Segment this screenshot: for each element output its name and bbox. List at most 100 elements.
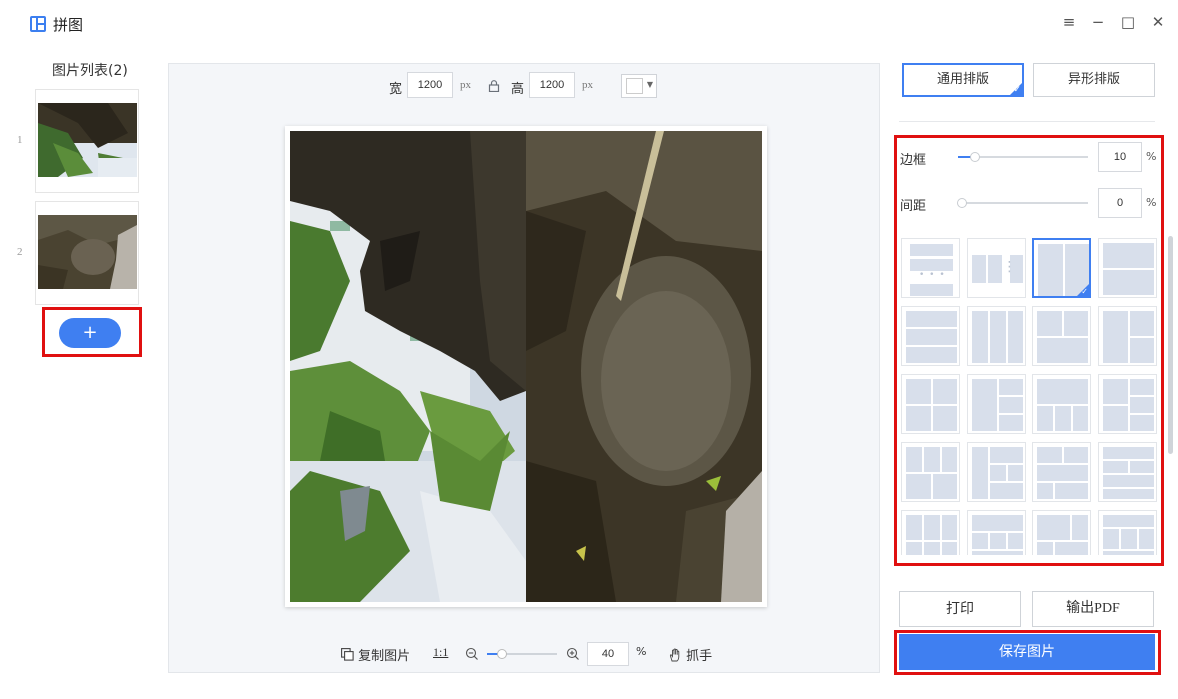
layout-template-option[interactable]: ⋮ — [966, 238, 1026, 298]
layout-cell — [1037, 465, 1088, 481]
layout-template-option[interactable] — [1097, 374, 1157, 434]
zoom-out-icon[interactable] — [465, 647, 479, 661]
layout-cell — [1102, 379, 1128, 404]
layout-cell — [989, 447, 1023, 463]
layout-template-option[interactable] — [901, 374, 960, 434]
layout-template-option[interactable] — [966, 374, 1026, 434]
maximize-icon[interactable]: □ — [1118, 12, 1138, 32]
water-rock-thumbnail-image — [38, 215, 137, 289]
collage-photo-left[interactable] — [290, 131, 526, 602]
background-color-picker[interactable]: ▼ — [621, 74, 657, 98]
layout-cell — [1102, 270, 1154, 295]
thumbnail-item-2[interactable] — [35, 201, 139, 305]
layout-template-option[interactable] — [1032, 306, 1091, 366]
layout-cell — [924, 542, 940, 555]
thumbnail-item-1[interactable] — [35, 89, 139, 193]
layout-cell — [1037, 406, 1053, 431]
layout-cell — [1037, 542, 1053, 555]
layout-template-option[interactable] — [1097, 442, 1157, 502]
layout-cell — [1064, 311, 1088, 336]
app-title: 拼图 — [53, 16, 84, 34]
layout-template-option[interactable] — [901, 510, 960, 555]
more-dots-icon: • • • — [919, 270, 946, 280]
layout-template-option[interactable] — [966, 306, 1026, 366]
layout-cell — [989, 465, 1006, 481]
layout-template-option[interactable] — [1097, 238, 1157, 298]
add-image-button[interactable]: + — [59, 318, 121, 348]
collage-canvas[interactable] — [285, 126, 767, 607]
width-unit: px — [460, 79, 471, 91]
layout-cell — [906, 347, 957, 363]
hand-icon — [669, 648, 680, 662]
more-dots-icon: ⋮ — [1002, 259, 1018, 275]
zoom-slider-thumb[interactable] — [497, 649, 507, 659]
layout-cell — [942, 542, 957, 555]
spacing-slider[interactable] — [957, 198, 1088, 208]
zoom-input[interactable]: 40 — [587, 642, 629, 666]
layout-template-option[interactable]: • • • — [901, 238, 960, 298]
layout-cell — [906, 474, 931, 499]
layout-cell — [906, 406, 931, 431]
lock-icon[interactable] — [488, 80, 500, 92]
thumbnail-index: 2 — [17, 246, 23, 258]
spacing-unit: % — [1146, 196, 1157, 209]
layout-cell — [998, 415, 1023, 431]
close-icon[interactable]: ✕ — [1148, 12, 1168, 32]
layout-cell — [906, 329, 957, 345]
layout-cell — [942, 515, 957, 540]
print-button[interactable]: 打印 — [899, 591, 1021, 627]
layout-cell — [971, 255, 986, 283]
copy-image-button[interactable]: 复制图片 — [341, 645, 410, 664]
width-input[interactable]: 1200 — [407, 72, 453, 98]
height-input[interactable]: 1200 — [529, 72, 575, 98]
layout-template-option[interactable] — [966, 442, 1026, 502]
layout-cell — [1064, 447, 1088, 463]
layout-cell — [942, 447, 957, 472]
layout-template-option[interactable] — [1097, 510, 1157, 555]
menu-icon[interactable]: ≡ — [1059, 12, 1079, 32]
copy-icon — [341, 648, 354, 661]
layout-template-option[interactable] — [1097, 306, 1157, 366]
border-input[interactable]: 10 — [1098, 142, 1142, 172]
layout-scrollbar[interactable] — [1168, 236, 1173, 454]
height-unit: px — [582, 79, 593, 91]
spacing-slider-thumb[interactable] — [957, 198, 967, 208]
actual-size-button[interactable]: 1:1 — [433, 645, 448, 660]
tab-irregular-layout[interactable]: 异形排版 — [1033, 63, 1155, 97]
border-slider-thumb[interactable] — [970, 152, 980, 162]
layout-template-option[interactable]: ✓ — [1032, 238, 1091, 298]
layout-cell — [906, 447, 922, 472]
image-list-title: 图片列表(2) — [52, 63, 128, 79]
layout-template-option[interactable] — [1032, 374, 1091, 434]
export-pdf-button[interactable]: 输出PDF — [1032, 591, 1154, 627]
minimize-icon[interactable]: − — [1088, 12, 1108, 32]
zoom-slider[interactable] — [487, 649, 557, 659]
layout-template-option[interactable] — [901, 442, 960, 502]
layout-cell — [933, 406, 957, 431]
zoom-in-icon[interactable] — [566, 647, 580, 661]
layout-cell — [1102, 311, 1128, 363]
spacing-label: 间距 — [900, 199, 927, 214]
layout-cell — [910, 284, 953, 296]
layout-template-option[interactable] — [1032, 442, 1091, 502]
layout-cell — [1102, 475, 1154, 487]
layout-template-option[interactable] — [966, 510, 1026, 555]
copy-image-label: 复制图片 — [358, 649, 411, 664]
layout-cell — [1129, 311, 1154, 336]
spacing-input[interactable]: 0 — [1098, 188, 1142, 218]
layout-cell — [1007, 533, 1023, 549]
layout-cell — [1102, 406, 1128, 431]
border-slider[interactable] — [958, 152, 1088, 162]
layout-cell — [989, 483, 1023, 499]
tab-label: 异形排版 — [1067, 72, 1120, 87]
collage-photo-right[interactable] — [526, 131, 762, 602]
tab-standard-layout[interactable]: 通用排版 ✓ — [902, 63, 1024, 97]
layout-cell — [971, 379, 997, 431]
save-image-button[interactable]: 保存图片 — [899, 634, 1155, 670]
hand-tool-button[interactable]: 抓手 — [669, 645, 712, 664]
layout-cell — [1129, 461, 1154, 473]
layout-cell — [987, 255, 1002, 283]
layout-template-option[interactable] — [1032, 510, 1091, 555]
layout-cell — [971, 551, 1023, 555]
layout-template-option[interactable] — [901, 306, 960, 366]
